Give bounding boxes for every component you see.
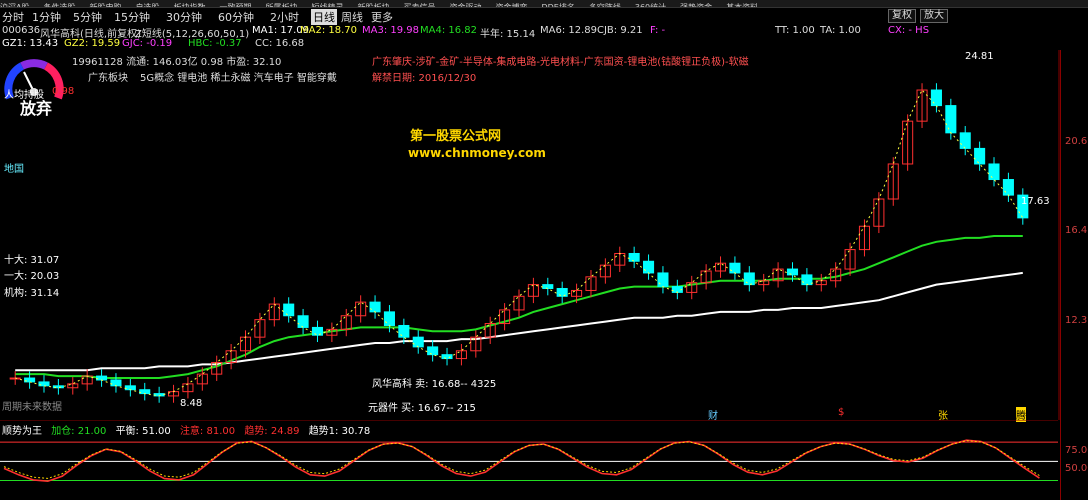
current-price-label: 17.63 — [1021, 196, 1050, 207]
cjb-value: CJB: 9.21 — [597, 25, 643, 36]
candle-body — [1002, 179, 1014, 196]
jiacang-value: 加仓: 21.00 — [51, 426, 107, 437]
y-tick: 20.65 — [1065, 136, 1088, 147]
ma2-value: MA2: 18.70 — [300, 25, 358, 36]
stock-code: 000636 — [2, 25, 41, 36]
qushi-value: 趋势: 24.89 — [244, 426, 300, 437]
period-0[interactable]: 分时 — [2, 9, 24, 25]
ma-indicator-line: 000636 风华高科(日线,前复权) Z短线(5,12,26,60,50,1)… — [0, 24, 1088, 40]
future-data-label: 周期未来数据 — [2, 402, 62, 413]
high-price-label: 24.81 — [965, 51, 994, 62]
top10-holders: 十大: 31.07 — [4, 255, 60, 266]
period-5[interactable]: 60分钟 — [218, 9, 254, 25]
ma-indicator-line-2: GZ1: 13.43 GZ2: 19.59 GJC: -0.19 HBC: -0… — [0, 37, 1088, 51]
pingheng-value: 平衡: 51.00 — [115, 426, 171, 437]
period-9[interactable]: 更多 — [371, 9, 393, 25]
period-8[interactable]: 周线 — [341, 9, 363, 25]
candle-body — [743, 272, 755, 286]
trend1-line — [3, 440, 1040, 479]
watermark-title: 第一股票公式网 — [410, 129, 502, 144]
candle-body — [786, 268, 799, 276]
candle-body — [556, 288, 568, 297]
candle-body — [110, 379, 122, 387]
y-tick: 50.00 — [1065, 463, 1088, 474]
close-line — [15, 89, 1024, 397]
ta-value: TA: 1.00 — [820, 25, 861, 36]
period-2[interactable]: 5分钟 — [73, 9, 102, 25]
candle-body — [628, 252, 640, 262]
trend-line — [3, 439, 1040, 483]
candle-body — [801, 274, 813, 286]
ma6-value: MA6: 12.89 — [540, 25, 598, 36]
y-tick: 16.48 — [1065, 225, 1088, 236]
unlock-date: 解禁日期: 2016/12/30 — [372, 73, 477, 84]
candle-body — [383, 311, 395, 326]
gz2-value: GZ2: 19.59 — [64, 38, 121, 49]
ma3-value: MA3: 19.98 — [362, 25, 420, 36]
candle-body — [441, 354, 453, 360]
zoom-button[interactable]: 放大 — [920, 9, 948, 23]
candle-body — [369, 301, 381, 313]
cx-value: CX: - HS — [888, 25, 930, 36]
indicator-name: 顺势为王 — [2, 426, 42, 437]
candle-body — [930, 89, 942, 107]
candle-body — [311, 326, 324, 336]
indicator-legend: 顺势为王 加仓: 21.00 平衡: 51.00 注意: 81.00 趋势: 2… — [2, 422, 376, 437]
candle-body — [988, 163, 1000, 181]
concept-tags: 5G概念 锂电池 稀土永磁 汽车电子 智能穿戴 — [140, 73, 337, 84]
candle-body — [412, 336, 424, 348]
candle-body — [297, 315, 309, 328]
period-1[interactable]: 1分钟 — [32, 9, 61, 25]
price-axis: 20.65 16.48 12.32 75.00 50.00 — [1060, 50, 1088, 500]
candlestick-chart[interactable] — [0, 50, 1060, 420]
gauge-verdict: 放弃 — [20, 99, 53, 118]
low-price-label: 8.48 — [180, 398, 203, 409]
ma-slow-line — [15, 271, 1023, 372]
watermark-url: www.chnmoney.com — [408, 146, 546, 160]
y-tick: 12.32 — [1065, 315, 1088, 326]
hbc-value: HBC: -0.37 — [188, 38, 242, 49]
candle-body — [542, 284, 554, 290]
period-6[interactable]: 2小时 — [270, 9, 299, 25]
gz1-value: GZ1: 13.43 — [2, 38, 59, 49]
period-7[interactable]: 日线 — [311, 9, 337, 25]
candle-body — [124, 385, 136, 391]
ipo-info: 19961128 流通: 146.03亿 0.98 市盈: 32.10 — [72, 57, 282, 68]
gjc-value: GJC: -0.19 — [122, 38, 173, 49]
candle-body — [959, 132, 971, 149]
ma4-value: MA4: 16.82 — [420, 25, 478, 36]
qushi1-value: 趋势1: 30.78 — [308, 426, 371, 437]
institution-holding: 机构: 31.14 — [4, 288, 60, 299]
gauge-value: 0.98 — [52, 86, 75, 97]
cc-value: CC: 16.68 — [255, 38, 305, 49]
sector-label: 广东板块 — [88, 73, 128, 84]
candle-body — [643, 260, 655, 274]
candle-body — [657, 272, 669, 288]
candle-body — [945, 105, 957, 134]
top1-holder: 一大: 20.03 — [4, 271, 60, 282]
top-nav-bar: 沪深A股 条件选股 新股申购 自选股 板块指数 一致预期 所属板块 短线精灵 新股板块 买卖信号资… — [0, 0, 1088, 8]
zhuyi-value: 注意: 81.00 — [179, 426, 236, 437]
region-tags: 广东肇庆-涉矿-金矿-半导体-集成电路-光电材料-广东国资-锂电池(钴酸锂正负极… — [372, 57, 749, 68]
sell-quote: 风华高科 卖: 16.68-- 4325 — [372, 379, 497, 390]
candle-body — [427, 346, 439, 356]
candle-body — [139, 389, 151, 395]
y-tick: 75.00 — [1065, 445, 1088, 456]
tt-value: TT: 1.00 — [775, 25, 815, 36]
restore-button[interactable]: 复权 — [888, 9, 916, 23]
candle-body — [398, 324, 410, 338]
region-label: 地国 — [4, 164, 24, 175]
candle-body — [974, 147, 986, 165]
candle-body — [729, 262, 741, 274]
f-value: F: - — [650, 25, 666, 36]
marker-dollar: $ — [838, 407, 845, 418]
period-4[interactable]: 30分钟 — [166, 9, 202, 25]
candle-body — [283, 303, 295, 317]
buy-quote: 元器件 买: 16.67-- 215 — [368, 403, 476, 414]
period-3[interactable]: 15分钟 — [114, 9, 150, 25]
